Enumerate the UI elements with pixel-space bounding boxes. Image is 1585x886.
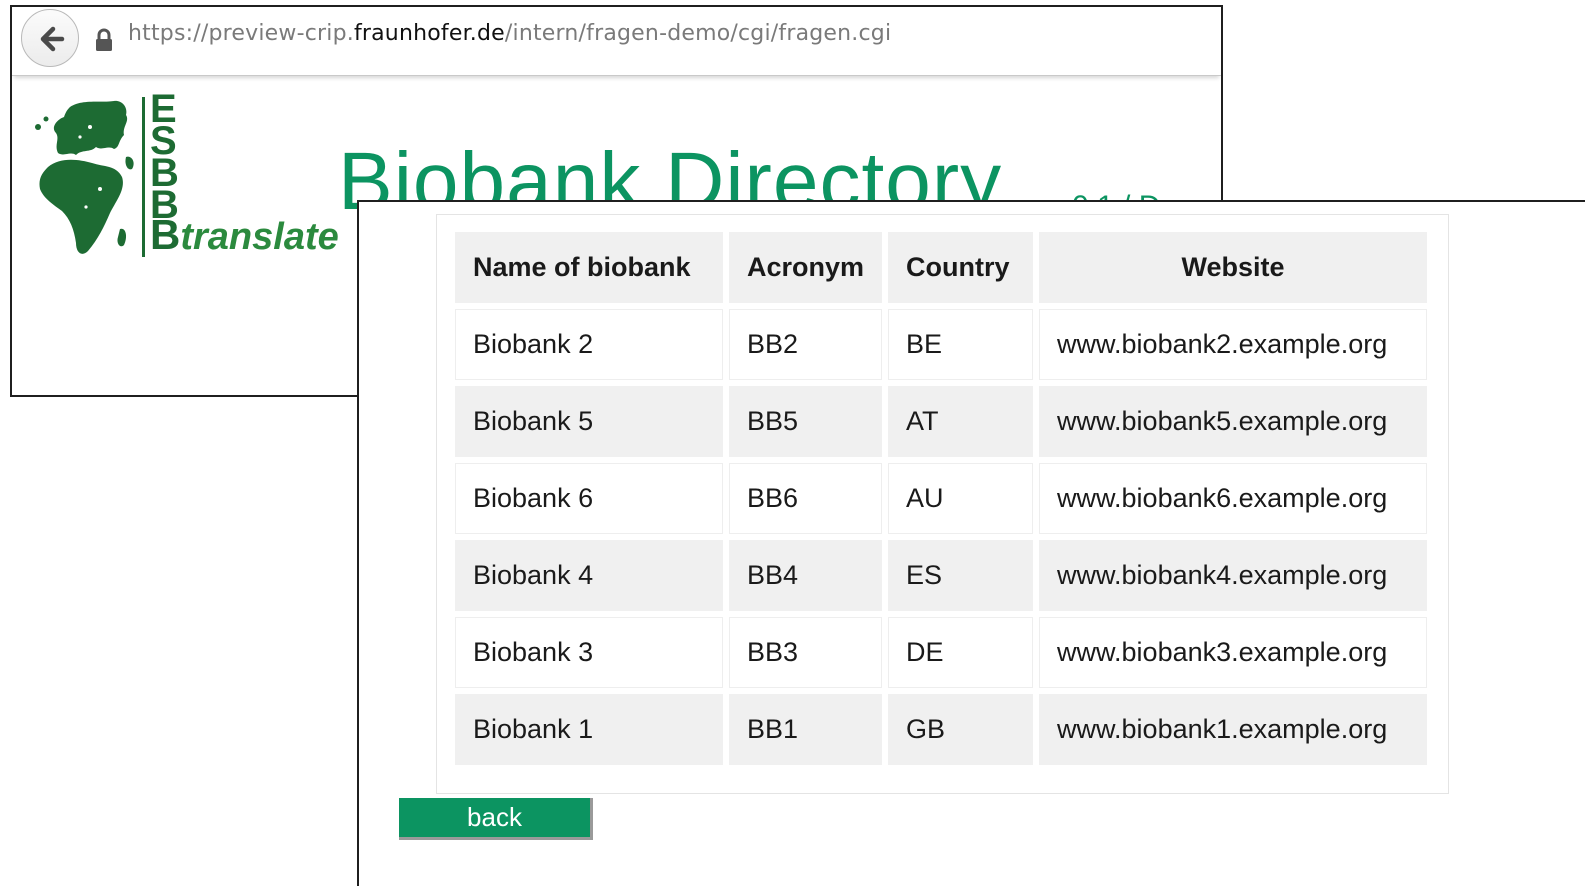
- header-country[interactable]: Country: [888, 232, 1034, 303]
- cell-acronym: BB6: [729, 463, 883, 534]
- arrow-left-icon: [40, 26, 65, 52]
- cell-name: Biobank 3: [455, 617, 723, 688]
- screenshot-stage: https://preview-crip.fraunhofer.de/inter…: [0, 0, 1585, 886]
- lock-icon: [96, 28, 112, 51]
- cell-website: www.biobank5.example.org: [1039, 386, 1428, 457]
- cell-website: www.biobank2.example.org: [1039, 309, 1428, 380]
- cell-acronym: BB4: [729, 540, 883, 611]
- table-panel: Name of biobank Acronym Country Website …: [436, 214, 1449, 794]
- cell-acronym: BB3: [729, 617, 883, 688]
- esbb-logo: E S B B Btranslate: [30, 89, 339, 268]
- table-row: Biobank 1 BB1 GB www.biobank1.example.or…: [455, 694, 1428, 765]
- table-header-row: Name of biobank Acronym Country Website: [455, 232, 1428, 303]
- url-domain: fraunhofer.de: [353, 21, 505, 46]
- cell-name: Biobank 1: [455, 694, 723, 765]
- cell-website: www.biobank4.example.org: [1039, 540, 1428, 611]
- header-name-of-biobank[interactable]: Name of biobank: [455, 232, 723, 303]
- logo-letters: E S B B: [150, 89, 190, 225]
- cell-country: AU: [888, 463, 1034, 534]
- logo-wordmark-cap: B: [150, 211, 181, 258]
- cell-name: Biobank 5: [455, 386, 723, 457]
- cell-website: www.biobank3.example.org: [1039, 617, 1428, 688]
- cell-name: Biobank 6: [455, 463, 723, 534]
- cell-name: Biobank 4: [455, 540, 723, 611]
- cell-name: Biobank 2: [455, 309, 723, 380]
- table-row: Biobank 5 BB5 AT www.biobank5.example.or…: [455, 386, 1428, 457]
- biobank-table: Name of biobank Acronym Country Website …: [449, 226, 1433, 771]
- cell-website: www.biobank1.example.org: [1039, 694, 1428, 765]
- logo-wordmark-rest: translate: [180, 216, 339, 258]
- cell-country: GB: [888, 694, 1034, 765]
- cell-acronym: BB5: [729, 386, 883, 457]
- header-website[interactable]: Website: [1039, 232, 1428, 303]
- globe-map-icon: [35, 100, 134, 254]
- table-row: Biobank 3 BB3 DE www.biobank3.example.or…: [455, 617, 1428, 688]
- biobank-results-window: Name of biobank Acronym Country Website …: [357, 200, 1585, 886]
- cell-acronym: BB2: [729, 309, 883, 380]
- header-acronym[interactable]: Acronym: [729, 232, 883, 303]
- cell-country: AT: [888, 386, 1034, 457]
- logo-divider: [142, 97, 145, 257]
- cell-acronym: BB1: [729, 694, 883, 765]
- url-path: /intern/fragen-demo/cgi/fragen.cgi: [504, 21, 892, 46]
- table-row: Biobank 2 BB2 BE www.biobank2.example.or…: [455, 309, 1428, 380]
- cell-country: DE: [888, 617, 1034, 688]
- table-row: Biobank 6 BB6 AU www.biobank6.example.or…: [455, 463, 1428, 534]
- cell-country: ES: [888, 540, 1034, 611]
- url-prefix: https://preview-crip.: [128, 21, 354, 46]
- browser-toolbar: https://preview-crip.fraunhofer.de/inter…: [12, 7, 1221, 76]
- browser-back-button[interactable]: [21, 9, 79, 67]
- address-bar[interactable]: https://preview-crip.fraunhofer.de/inter…: [128, 21, 891, 46]
- table-row: Biobank 4 BB4 ES www.biobank4.example.or…: [455, 540, 1428, 611]
- back-button[interactable]: back: [399, 798, 593, 840]
- cell-website: www.biobank6.example.org: [1039, 463, 1428, 534]
- logo-wordmark: Btranslate: [150, 211, 339, 259]
- cell-country: BE: [888, 309, 1034, 380]
